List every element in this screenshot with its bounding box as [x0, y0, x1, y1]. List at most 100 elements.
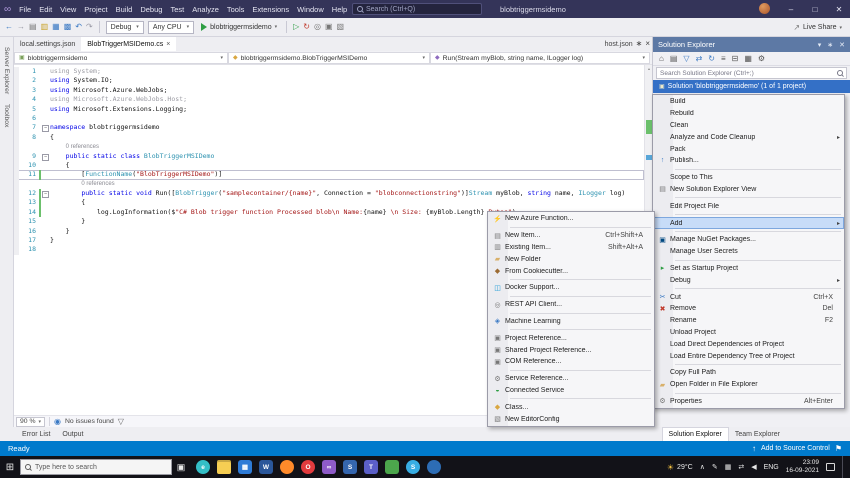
source-control-area[interactable]: ↑ Add to Source Control ⚑ [752, 444, 842, 453]
language-indicator[interactable]: ENG [764, 464, 779, 471]
code-line-8[interactable]: 8{ [14, 132, 644, 143]
sql-server-icon[interactable]: S [343, 460, 357, 474]
document-tab-local-settings-json[interactable]: local.settings.json [14, 37, 81, 51]
close-icon[interactable]: × [645, 40, 650, 48]
menu-tools[interactable]: Tools [223, 5, 249, 14]
menu-item-class[interactable]: ◆ Class... [488, 401, 654, 413]
show-desktop-button[interactable] [842, 456, 845, 478]
start-debugging-button[interactable]: blobtriggermsidemo ▾ [198, 23, 280, 31]
pen-icon[interactable]: ✎ [712, 464, 718, 471]
sidebar-tab-toolbox[interactable]: Toolbox [3, 104, 10, 127]
hot-reload-icon[interactable]: ↻ [303, 23, 310, 31]
menu-item-new-solution-explorer-view[interactable]: ▤ New Solution Explorer View [653, 184, 844, 196]
back-icon[interactable]: ← [5, 23, 13, 31]
close-icon[interactable]: ✕ [839, 41, 845, 49]
file-explorer-icon[interactable] [217, 460, 231, 474]
menu-item-properties[interactable]: ⚙ Properties Alt+Enter [653, 396, 844, 408]
menu-extensions[interactable]: Extensions [248, 5, 293, 14]
menu-edit[interactable]: Edit [35, 5, 56, 14]
menu-project[interactable]: Project [80, 5, 111, 14]
menu-debug[interactable]: Debug [136, 5, 166, 14]
tab-error-list[interactable]: Error List [16, 427, 56, 441]
find-in-files-icon[interactable]: ◎ [314, 23, 321, 31]
tab-output[interactable]: Output [56, 427, 89, 441]
menu-item-docker-support[interactable]: ◫ Docker Support... [488, 282, 654, 294]
collapse-all-icon[interactable]: ⊟ [732, 54, 739, 63]
switch-views-icon[interactable]: ▤ [670, 54, 678, 63]
network-icon[interactable]: ⇄ [738, 464, 744, 471]
menu-help[interactable]: Help [328, 5, 351, 14]
store-icon[interactable]: ▦ [238, 460, 252, 474]
menu-item-pack[interactable]: Pack [653, 143, 844, 155]
menu-window[interactable]: Window [293, 5, 328, 14]
code-line-10[interactable]: 10 { [14, 160, 644, 171]
menu-item-manage-nuget-packages[interactable]: ▣ Manage NuGet Packages... [653, 234, 844, 246]
task-view-icon[interactable]: ▣ [172, 462, 190, 473]
home-icon[interactable]: ⌂ [659, 54, 664, 63]
menu-item-new-folder[interactable]: ▰ New Folder [488, 253, 654, 265]
menu-item-unload-project[interactable]: Unload Project [653, 327, 844, 339]
menu-item-shared-project-reference[interactable]: ▣ Shared Project Reference... [488, 344, 654, 356]
code-line-5[interactable]: 5 using Microsoft.Extensions.Logging; [14, 104, 644, 114]
undo-icon[interactable]: ↶ [75, 23, 82, 31]
save-all-icon[interactable]: ▩ [64, 23, 72, 31]
firefox-icon[interactable] [280, 460, 294, 474]
menu-item-rest-api-client[interactable]: ◎ REST API Client... [488, 299, 654, 311]
menu-item-project-reference[interactable]: ▣ Project Reference... [488, 332, 654, 344]
taskbar-search-box[interactable]: Type here to search [20, 459, 172, 475]
breakpoint-margin[interactable] [14, 142, 19, 152]
menu-item-remove[interactable]: ✖ Remove Del [653, 303, 844, 315]
code-line-2[interactable]: 2 using System.IO; [14, 76, 644, 86]
word-icon[interactable]: W [259, 460, 273, 474]
tab-solution-explorer[interactable]: Solution Explorer [661, 427, 729, 441]
pending-changes-filter-icon[interactable]: ▽ [683, 54, 689, 63]
breakpoint-margin[interactable] [14, 179, 19, 190]
menu-item-machine-learning[interactable]: ◈ Machine Learning [488, 316, 654, 328]
code-line-4[interactable]: 4 using Microsoft.Azure.WebJobs.Host; [14, 95, 644, 105]
filter-icon[interactable]: ▽ [118, 417, 124, 426]
code-line-12[interactable]: 12− public static void Run([BlobTrigger(… [14, 189, 644, 199]
properties-icon[interactable]: ⚙ [758, 54, 765, 63]
menu-item-edit-project-file[interactable]: Edit Project File [653, 200, 844, 212]
hidden-icons-chevron-icon[interactable]: ∧ [700, 464, 705, 471]
menu-item-new-item[interactable]: ▤ New Item... Ctrl+Shift+A [488, 230, 654, 242]
solution-view-icon[interactable]: ▣ [325, 23, 333, 31]
document-health-icon[interactable]: ◉ [54, 417, 61, 426]
menu-item-set-as-startup-project[interactable]: ▸ Set as Startup Project [653, 263, 844, 275]
code-line-6[interactable]: 6 [14, 113, 644, 124]
start-without-debugging-icon[interactable]: ▷ [293, 23, 299, 31]
user-avatar[interactable] [759, 3, 770, 14]
save-icon[interactable]: ▦ [52, 23, 60, 31]
skype-icon[interactable]: S [406, 460, 420, 474]
navbar-dropdown-blobtriggermsidemo-blobtrigger[interactable]: ◆ blobtriggermsidemo.BlobTriggerMSIDemo ▾ [228, 52, 430, 64]
menu-item-open-folder-in-file-explorer[interactable]: ▰ Open Folder in File Explorer [653, 379, 844, 391]
blue-app-icon[interactable] [427, 460, 441, 474]
quick-search-box[interactable]: Search (Ctrl+Q) [352, 3, 482, 15]
clock[interactable]: 23:09 16-09-2021 [786, 459, 819, 475]
menu-item-analyze-and-code-cleanup[interactable]: Analyze and Code Cleanup ▸ [653, 131, 844, 143]
visual-studio-icon[interactable]: ∞ [322, 460, 336, 474]
menu-analyze[interactable]: Analyze [188, 5, 223, 14]
menu-item-debug[interactable]: Debug ▸ [653, 274, 844, 286]
live-share-button[interactable]: ↗ Live Share ▾ [793, 18, 842, 37]
open-file-icon[interactable]: ▥ [41, 23, 49, 31]
volume-icon[interactable]: ◀ [751, 464, 756, 471]
menu-item-rebuild[interactable]: Rebuild [653, 108, 844, 120]
menu-item-connected-service[interactable]: ◒ Connected Service [488, 385, 654, 397]
menu-item-load-direct-dependencies-of-project[interactable]: Load Direct Dependencies of Project [653, 338, 844, 350]
solution-platforms-dropdown[interactable]: Any CPU ▾ [147, 20, 195, 34]
collapse-icon[interactable]: − [42, 191, 49, 199]
pin-icon[interactable]: ∗ [827, 41, 833, 49]
touch-keyboard-icon[interactable]: ▦ [725, 464, 732, 471]
comment-icon[interactable]: ▧ [337, 23, 345, 31]
window-position-icon[interactable]: ▾ [818, 41, 822, 49]
green-app-icon[interactable] [385, 460, 399, 474]
menu-build[interactable]: Build [112, 5, 137, 14]
solution-configurations-dropdown[interactable]: Debug ▾ [105, 20, 144, 34]
minimize-button[interactable]: – [780, 0, 802, 18]
nest-files-icon[interactable]: ≡ [721, 54, 726, 63]
menu-item-clean[interactable]: Clean [653, 120, 844, 132]
menu-item-existing-item[interactable]: ▥ Existing Item... Shift+Alt+A [488, 242, 654, 254]
menu-file[interactable]: File [15, 5, 35, 14]
menu-item-new-azure-function[interactable]: ⚡ New Azure Function... [488, 213, 654, 225]
